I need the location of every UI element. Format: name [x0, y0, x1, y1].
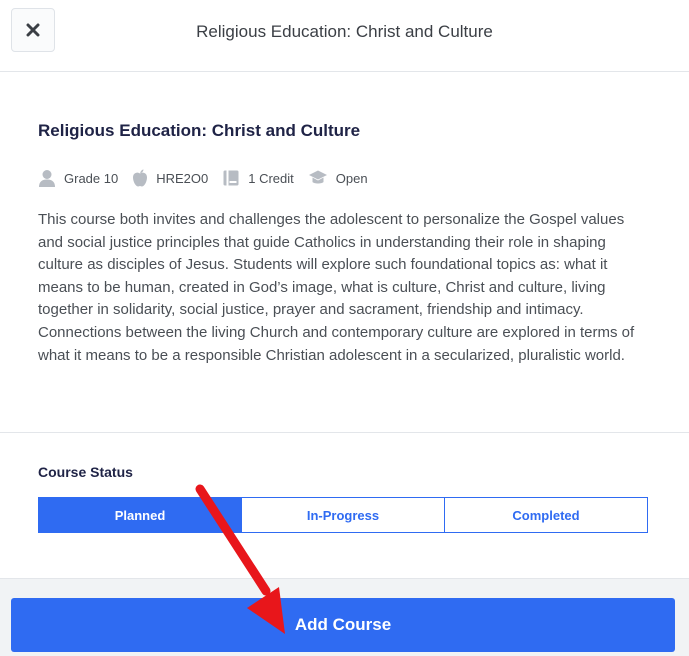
- course-code: HRE2O0: [156, 170, 209, 186]
- course-status-toggle: Planned In-Progress Completed: [38, 497, 648, 533]
- meta-code: HRE2O0: [132, 169, 208, 187]
- add-course-button[interactable]: Add Course: [11, 598, 675, 652]
- course-description: This course both invites and challenges …: [38, 211, 635, 364]
- book-icon: [223, 170, 239, 186]
- pathway-label: Open: [335, 170, 368, 186]
- course-status-label: Course Status: [38, 464, 133, 480]
- status-completed-button[interactable]: Completed: [444, 497, 648, 533]
- status-in-progress-button[interactable]: In-Progress: [241, 497, 445, 533]
- grade-label: Grade 10: [64, 170, 119, 186]
- apple-icon: [133, 169, 148, 187]
- credit-label: 1 Credit: [248, 170, 294, 186]
- status-planned-button[interactable]: Planned: [38, 497, 242, 533]
- course-title: Religious Education: Christ and Culture: [38, 121, 361, 140]
- modal-title: Religious Education: Christ and Culture: [196, 22, 493, 41]
- person-icon: [39, 170, 55, 187]
- modal-header: Religious Education: Christ and Culture: [0, 0, 689, 72]
- section-divider: [0, 432, 689, 433]
- meta-pathway: Open: [308, 169, 368, 187]
- meta-grade: Grade 10: [38, 169, 118, 187]
- graduation-cap-icon: [308, 170, 327, 184]
- meta-credit: 1 Credit: [222, 169, 294, 187]
- course-meta: Grade 10 HRE2O0 1 Credit Open: [38, 166, 382, 190]
